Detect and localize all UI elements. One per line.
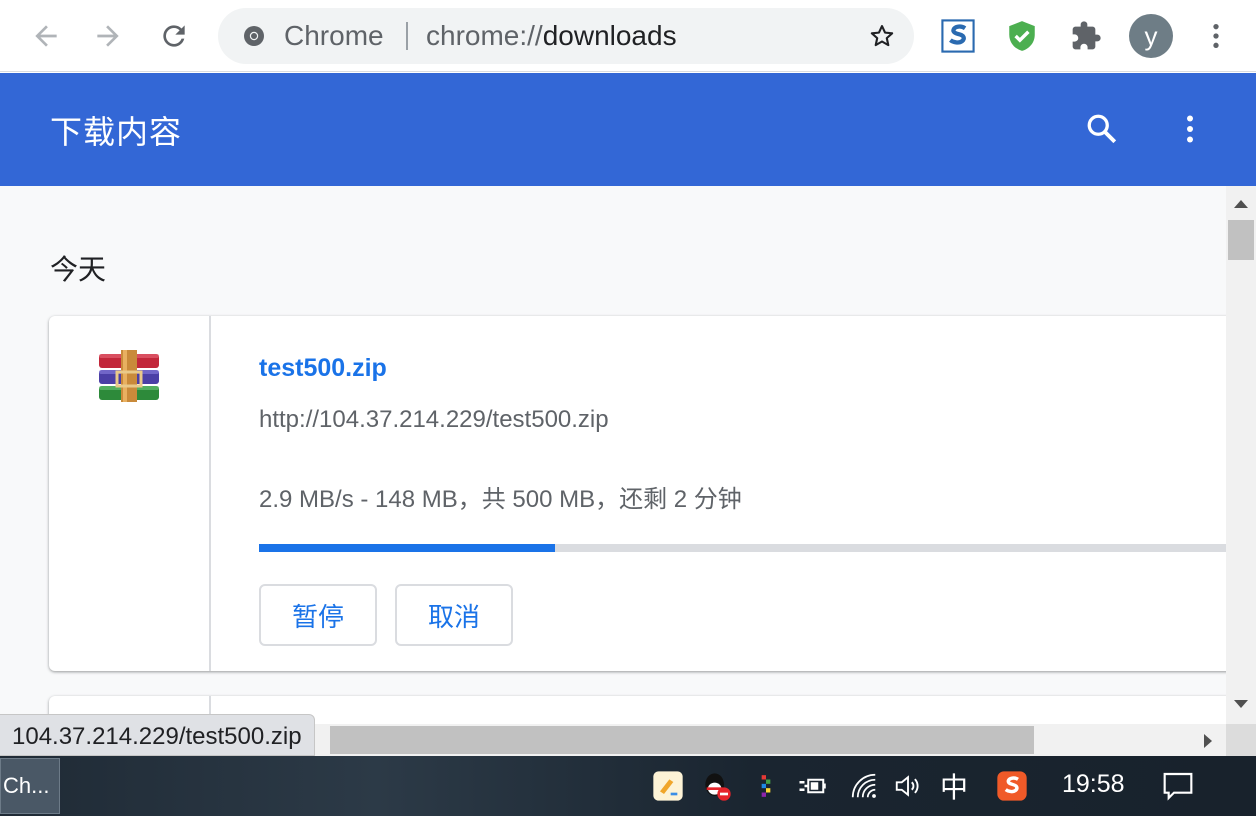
qq-icon	[705, 773, 731, 801]
chrome-icon	[244, 26, 264, 46]
extensions-icon	[1072, 21, 1101, 50]
tray-volume[interactable]	[892, 770, 924, 802]
page-title: 下载内容	[50, 114, 183, 150]
vertical-scroll-thumb[interactable]	[1228, 220, 1254, 260]
vertical-scrollbar[interactable]	[1226, 186, 1256, 724]
downloads-list: 今天 test500.zip http://104.37.214.229/tes…	[0, 186, 1226, 724]
forward-icon	[97, 25, 119, 47]
url-scheme: chrome://	[426, 20, 543, 51]
tray-wifi[interactable]	[848, 770, 880, 802]
back-icon	[35, 25, 57, 47]
link-status-bubble: 104.37.214.229/test500.zip	[0, 714, 315, 756]
profile-avatar[interactable]: y	[1129, 14, 1173, 58]
omnibox[interactable]: Chrome chrome://downloads	[218, 8, 914, 64]
star-icon[interactable]	[868, 22, 896, 50]
sogou-ext-icon	[941, 19, 975, 53]
wifi-icon	[851, 773, 876, 798]
browser-toolbar: Chrome chrome://downloads y	[0, 0, 1256, 72]
color-grid-icon	[761, 775, 771, 797]
file-icon-column	[49, 316, 211, 671]
omnibox-chip: Chrome	[284, 20, 384, 51]
tray-sogou-ime[interactable]	[996, 770, 1028, 802]
shield-extension[interactable]	[1004, 18, 1040, 54]
extensions-button[interactable]	[1068, 18, 1104, 54]
more-icon[interactable]	[1172, 111, 1208, 147]
reload-icon	[163, 25, 185, 47]
sogou-extension[interactable]	[940, 18, 976, 54]
windows-taskbar: Ch... 中 19:58	[0, 756, 1256, 816]
taskbar-clock[interactable]: 19:58	[1062, 770, 1125, 799]
back-button[interactable]	[26, 16, 66, 56]
battery-charging-icon	[799, 778, 826, 794]
tray-color-app[interactable]	[750, 770, 782, 802]
more-icon	[1213, 24, 1219, 48]
download-card: test500.zip http://104.37.214.229/test50…	[49, 316, 1226, 671]
downloads-header: 下载内容	[0, 73, 1256, 186]
cancel-button[interactable]: 取消	[395, 584, 513, 646]
browser-menu-button[interactable]	[1196, 16, 1236, 56]
omnibox-divider	[406, 22, 408, 50]
search-icon[interactable]	[1084, 111, 1120, 147]
volume-icon	[895, 775, 919, 797]
ime-indicator[interactable]: 中	[940, 766, 968, 806]
tray-qq[interactable]	[700, 770, 732, 802]
download-progress-fill	[259, 544, 555, 552]
file-source-url[interactable]: http://104.37.214.229/test500.zip	[259, 406, 609, 434]
notification-icon	[1163, 772, 1193, 801]
taskbar-chrome-app[interactable]: Ch...	[0, 758, 60, 814]
sogou-ime-icon	[997, 771, 1027, 801]
action-center-button[interactable]	[1162, 770, 1194, 802]
scrollbar-corner	[1226, 724, 1256, 756]
tray-power[interactable]	[796, 770, 828, 802]
url-path: downloads	[542, 20, 677, 51]
shield-ext-icon	[1009, 21, 1035, 51]
pause-button[interactable]: 暂停	[259, 584, 377, 646]
tray-app-1[interactable]	[652, 770, 684, 802]
horizontal-scroll-thumb[interactable]	[330, 726, 1034, 754]
download-progress-bar	[259, 544, 1226, 552]
scroll-right-arrow-icon[interactable]	[1204, 734, 1212, 748]
forward-button[interactable]	[88, 16, 128, 56]
scroll-up-arrow-icon[interactable]	[1234, 200, 1248, 208]
reload-button[interactable]	[154, 16, 194, 56]
download-status: 2.9 MB/s - 148 MB，共 500 MB，还剩 2 分钟	[259, 486, 742, 513]
notes-app-icon	[653, 771, 683, 801]
file-name-link[interactable]: test500.zip	[259, 354, 387, 383]
date-heading: 今天	[50, 254, 107, 285]
url-text[interactable]: chrome://downloads	[426, 8, 677, 64]
scroll-down-arrow-icon[interactable]	[1234, 700, 1248, 708]
winrar-icon[interactable]	[97, 350, 161, 408]
